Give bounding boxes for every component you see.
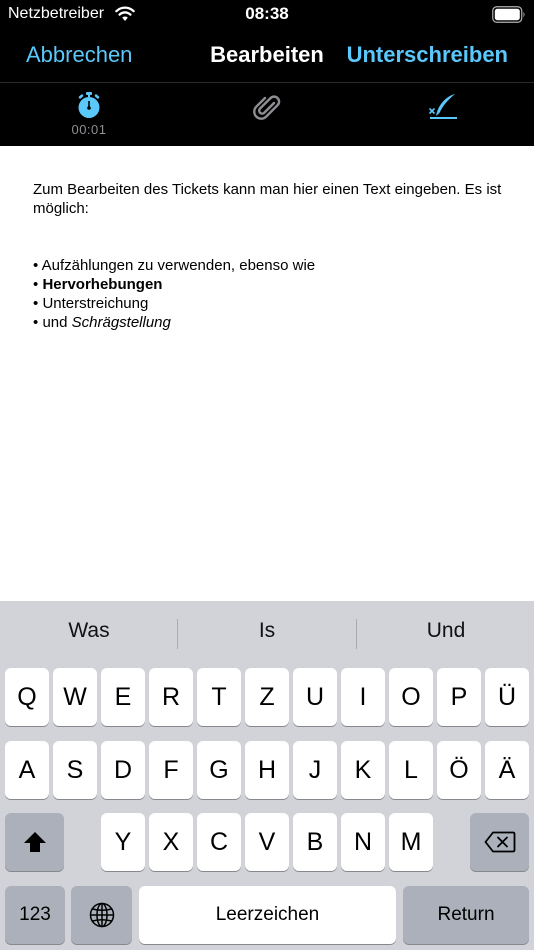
key-z[interactable]: Z (245, 668, 289, 726)
list-item: • Hervorhebungen (33, 276, 163, 293)
delete-key[interactable] (470, 813, 529, 871)
ticket-text-editor[interactable]: Zum Bearbeiten des Tickets kann man hier… (0, 146, 534, 601)
key-r[interactable]: R (149, 668, 193, 726)
key-e[interactable]: E (101, 668, 145, 726)
signature-tool-button[interactable] (418, 83, 470, 146)
key-u[interactable]: U (293, 668, 337, 726)
bold-text: Hervorhebungen (42, 276, 163, 293)
key-g[interactable]: G (197, 741, 241, 799)
battery-icon (492, 6, 525, 23)
timer-value: 00:01 (71, 122, 107, 137)
status-bar: Netzbetreiber 08:38 (0, 0, 534, 30)
status-time: 08:38 (245, 4, 289, 23)
key-t[interactable]: T (197, 668, 241, 726)
key-s[interactable]: S (53, 741, 97, 799)
intro-text: Zum Bearbeiten des Tickets kann man hier… (33, 181, 502, 217)
key-m[interactable]: M (389, 813, 433, 871)
key-l[interactable]: L (389, 741, 433, 799)
key-ue[interactable]: Ü (485, 668, 529, 726)
key-c[interactable]: C (197, 813, 241, 871)
key-oe[interactable]: Ö (437, 741, 481, 799)
key-h[interactable]: H (245, 741, 289, 799)
space-key[interactable]: Leerzeichen (139, 886, 396, 944)
cancel-button[interactable]: Abbrechen (26, 42, 132, 68)
prediction-3[interactable]: Und (357, 619, 534, 643)
key-d[interactable]: D (101, 741, 145, 799)
navigation-bar: Abbrechen Bearbeiten Unterschreiben (0, 30, 534, 82)
stopwatch-icon (78, 92, 100, 118)
list-item: • Aufzählungen zu verwenden, ebenso wie (33, 257, 316, 274)
timer-button[interactable]: 00:01 (60, 83, 118, 146)
key-b[interactable]: B (293, 813, 337, 871)
paperclip-icon (253, 95, 281, 120)
key-q[interactable]: Q (5, 668, 49, 726)
delete-icon (484, 831, 515, 853)
keyboard: Was Is Und Q W E R T Z U I O P Ü A S D F… (0, 601, 534, 950)
key-n[interactable]: N (341, 813, 385, 871)
toolbar: 00:01 (0, 83, 534, 146)
key-k[interactable]: K (341, 741, 385, 799)
key-v[interactable]: V (245, 813, 289, 871)
key-p[interactable]: P (437, 668, 481, 726)
signature-pen-icon (429, 94, 457, 119)
list-item: • Unterstreichung (33, 295, 149, 312)
prediction-2[interactable]: Is (178, 619, 356, 643)
key-j[interactable]: J (293, 741, 337, 799)
key-w[interactable]: W (53, 668, 97, 726)
globe-icon (89, 902, 114, 928)
key-f[interactable]: F (149, 741, 193, 799)
sign-button[interactable]: Unterschreiben (347, 42, 508, 68)
globe-key[interactable] (71, 886, 132, 944)
key-ae[interactable]: Ä (485, 741, 529, 799)
list-item: • und Schrägstellung (33, 314, 171, 331)
key-i[interactable]: I (341, 668, 385, 726)
key-y[interactable]: Y (101, 813, 145, 871)
key-a[interactable]: A (5, 741, 49, 799)
prediction-bar: Was Is Und (0, 601, 534, 667)
shift-key[interactable] (5, 813, 64, 871)
italic-text: Schrägstellung (71, 314, 171, 331)
key-x[interactable]: X (149, 813, 193, 871)
key-o[interactable]: O (389, 668, 433, 726)
return-key[interactable]: Return (403, 886, 529, 944)
attachment-button[interactable] (242, 83, 292, 146)
shift-icon (23, 832, 46, 852)
prediction-1[interactable]: Was (0, 619, 178, 643)
numbers-key[interactable]: 123 (5, 886, 65, 944)
